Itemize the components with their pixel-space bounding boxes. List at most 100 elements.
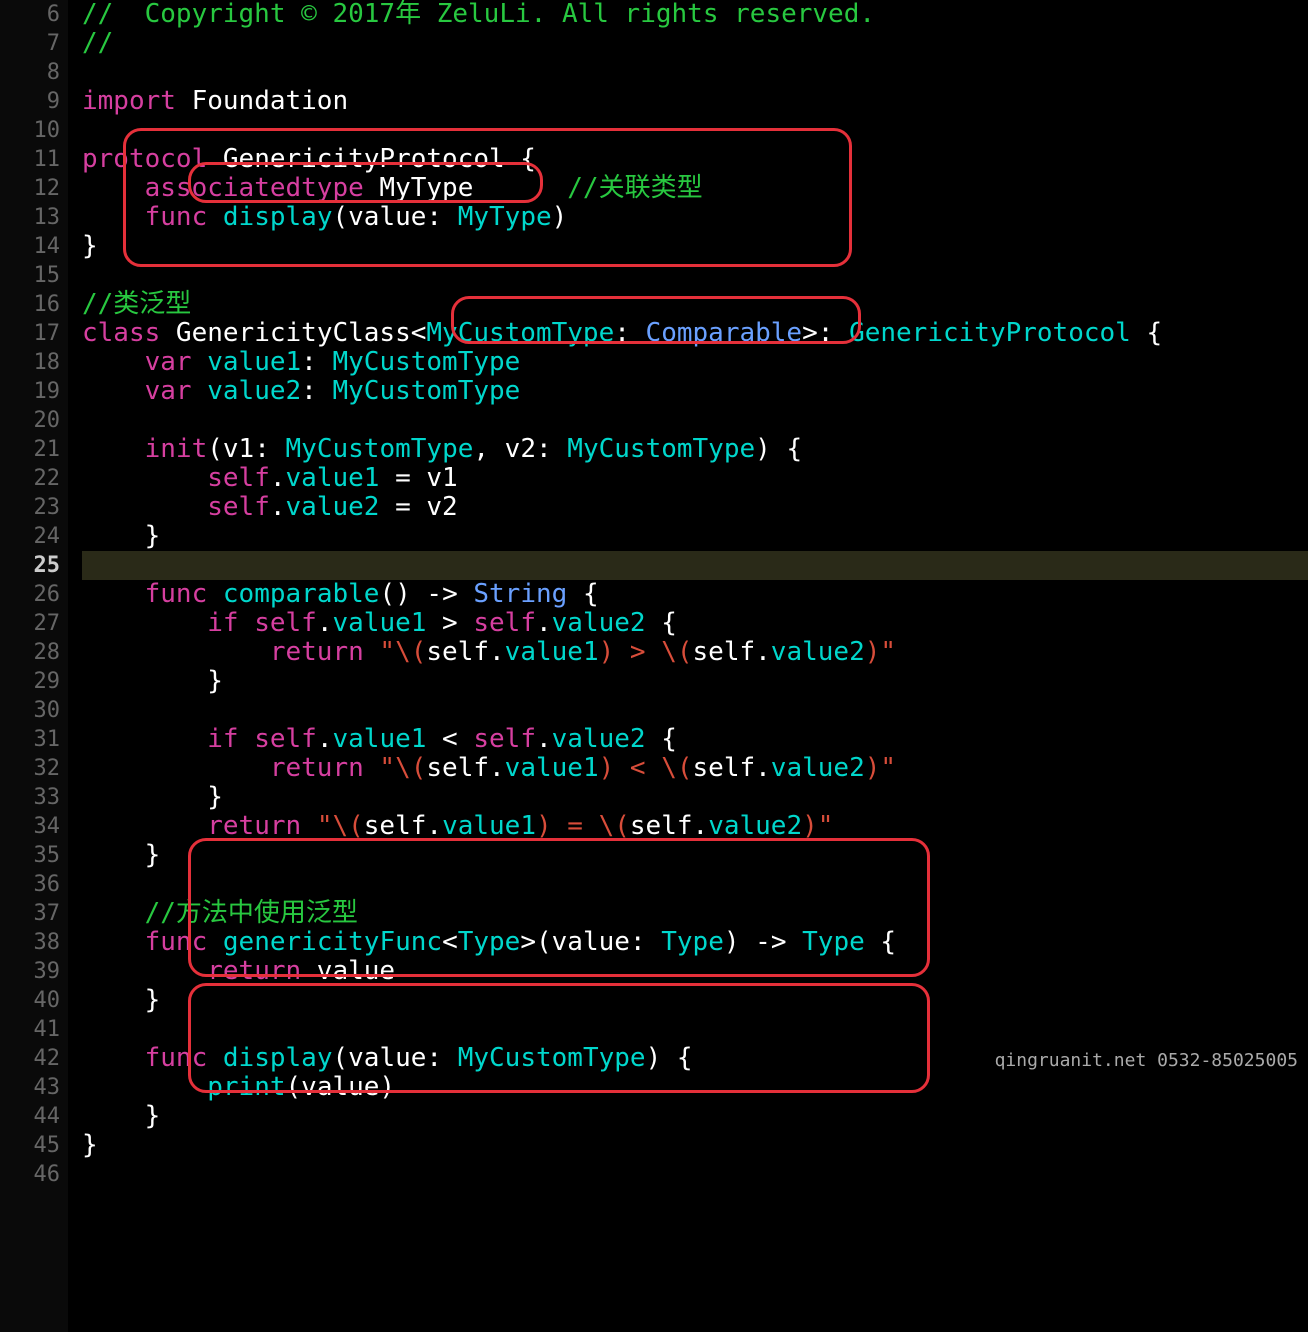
code-line[interactable]: if self.value1 > self.value2 { — [82, 609, 1308, 638]
line-number: 27 — [0, 609, 60, 638]
code-line[interactable]: } — [82, 667, 1308, 696]
code-line[interactable]: //方法中使用泛型 — [82, 899, 1308, 928]
code-token: . — [270, 463, 286, 493]
code-line[interactable]: associatedtype MyType //关联类型 — [82, 174, 1308, 203]
code-token: func — [145, 579, 208, 609]
code-line[interactable]: func display(value: MyCustomType) { — [82, 1044, 1308, 1073]
code-line[interactable]: //类泛型 — [82, 290, 1308, 319]
code-token — [82, 753, 270, 783]
code-token — [82, 347, 145, 377]
code-token: self — [254, 724, 317, 754]
code-line[interactable]: } — [82, 783, 1308, 812]
code-line[interactable] — [82, 1160, 1308, 1189]
code-editor[interactable]: 6789101112131415161718192021222324252627… — [0, 0, 1308, 1332]
code-token: value2 — [286, 492, 380, 522]
code-line[interactable]: } — [82, 232, 1308, 261]
code-line[interactable]: func genericityFunc<Type>(value: Type) -… — [82, 928, 1308, 957]
code-line[interactable] — [82, 1015, 1308, 1044]
code-token: = v1 — [379, 463, 457, 493]
line-number: 42 — [0, 1044, 60, 1073]
code-line[interactable]: var value2: MyCustomType — [82, 377, 1308, 406]
code-token: var — [145, 347, 192, 377]
code-token — [207, 579, 223, 609]
line-number: 11 — [0, 145, 60, 174]
code-line[interactable]: self.value2 = v2 — [82, 493, 1308, 522]
code-line[interactable]: if self.value1 < self.value2 { — [82, 725, 1308, 754]
code-token: display — [223, 1043, 333, 1073]
code-line[interactable]: // — [82, 29, 1308, 58]
code-token — [207, 927, 223, 957]
code-token: ) > \( — [599, 637, 693, 667]
code-line[interactable]: // Copyright © 2017年 ZeluLi. All rights … — [82, 0, 1308, 29]
code-line[interactable]: func display(value: MyType) — [82, 203, 1308, 232]
code-token: . — [270, 492, 286, 522]
code-token — [364, 753, 380, 783]
code-token: ) { — [755, 434, 802, 464]
code-token: value2 — [771, 753, 865, 783]
code-line[interactable]: import Foundation — [82, 87, 1308, 116]
code-line[interactable]: var value1: MyCustomType — [82, 348, 1308, 377]
code-token — [207, 202, 223, 232]
code-line[interactable]: } — [82, 841, 1308, 870]
code-token: GenericityProtocol { — [207, 144, 536, 174]
line-number: 6 — [0, 0, 60, 29]
code-line[interactable]: return "\(self.value1) = \(self.value2)" — [82, 812, 1308, 841]
line-number: 16 — [0, 290, 60, 319]
code-line[interactable] — [82, 406, 1308, 435]
code-line[interactable]: print(value) — [82, 1073, 1308, 1102]
code-token — [239, 608, 255, 638]
code-token: } — [82, 840, 160, 870]
line-number: 41 — [0, 1015, 60, 1044]
code-token: value2 — [207, 376, 301, 406]
code-token: if — [207, 724, 238, 754]
code-line[interactable]: class GenericityClass<MyCustomType: Comp… — [82, 319, 1308, 348]
line-number: 26 — [0, 580, 60, 609]
code-token: MyType — [364, 173, 568, 203]
code-token: value1 — [207, 347, 301, 377]
line-number: 9 — [0, 87, 60, 116]
code-line[interactable]: return value — [82, 957, 1308, 986]
code-token: genericityFunc — [223, 927, 442, 957]
code-token: )" — [865, 637, 896, 667]
code-line[interactable]: init(v1: MyCustomType, v2: MyCustomType)… — [82, 435, 1308, 464]
code-line[interactable]: self.value1 = v1 — [82, 464, 1308, 493]
code-line[interactable]: return "\(self.value1) > \(self.value2)" — [82, 638, 1308, 667]
code-token: GenericityProtocol — [849, 318, 1131, 348]
line-number-gutter: 6789101112131415161718192021222324252627… — [0, 0, 68, 1332]
code-token: < — [442, 927, 458, 957]
code-token: MyCustomType — [426, 318, 614, 348]
code-token: (value: — [332, 1043, 457, 1073]
line-number: 30 — [0, 696, 60, 725]
code-area[interactable]: // Copyright © 2017年 ZeluLi. All rights … — [68, 0, 1308, 1332]
code-line[interactable] — [82, 551, 1308, 580]
code-line[interactable]: } — [82, 1131, 1308, 1160]
code-line[interactable] — [82, 870, 1308, 899]
code-token: self — [207, 463, 270, 493]
code-line[interactable]: protocol GenericityProtocol { — [82, 145, 1308, 174]
code-token: func — [145, 927, 208, 957]
code-line[interactable] — [82, 58, 1308, 87]
code-token — [207, 1043, 223, 1073]
code-token: return — [270, 753, 364, 783]
code-token: func — [145, 1043, 208, 1073]
code-line[interactable] — [82, 261, 1308, 290]
line-number: 10 — [0, 116, 60, 145]
code-token: "\( — [379, 753, 426, 783]
code-line[interactable]: } — [82, 1102, 1308, 1131]
code-token — [82, 202, 145, 232]
code-line[interactable] — [82, 116, 1308, 145]
code-token: return — [207, 811, 301, 841]
line-number: 13 — [0, 203, 60, 232]
line-number: 22 — [0, 464, 60, 493]
code-line[interactable] — [82, 696, 1308, 725]
code-token: { — [1131, 318, 1162, 348]
code-token: return — [207, 956, 301, 986]
line-number: 31 — [0, 725, 60, 754]
code-line[interactable]: return "\(self.value1) < \(self.value2)" — [82, 754, 1308, 783]
line-number: 46 — [0, 1160, 60, 1189]
code-line[interactable]: } — [82, 522, 1308, 551]
code-line[interactable]: } — [82, 986, 1308, 1015]
code-token: MyType — [458, 202, 552, 232]
code-line[interactable]: func comparable() -> String { — [82, 580, 1308, 609]
code-token: //关联类型 — [567, 173, 702, 203]
